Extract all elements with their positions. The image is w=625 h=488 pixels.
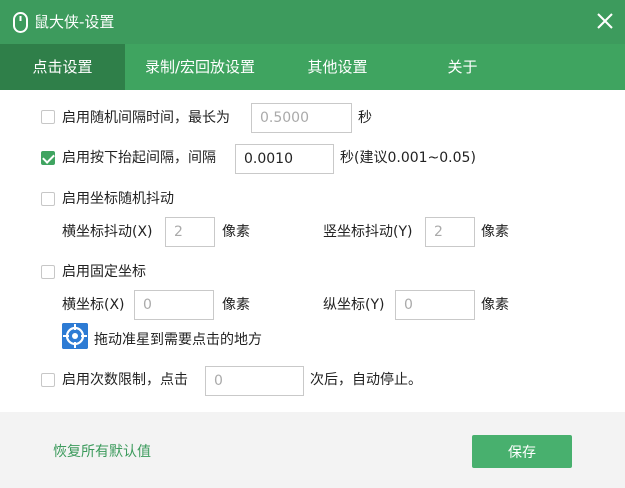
fixed-x-input[interactable] [134, 290, 214, 320]
tab-record-macro-settings[interactable]: 录制/宏回放设置 [125, 44, 275, 90]
tab-bar: 点击设置 录制/宏回放设置 其他设置 关于 [0, 44, 625, 90]
fixed-coord-checkbox[interactable] [41, 265, 55, 279]
jitter-x-label: 横坐标抖动(X) [62, 224, 153, 240]
jitter-y-label: 竖坐标抖动(Y) [323, 224, 413, 240]
random-interval-label: 启用随机间隔时间，最长为 [62, 110, 230, 126]
mouse-icon [13, 12, 28, 33]
press-release-unit: 秒(建议0.001~0.05) [340, 150, 476, 166]
count-limit-checkbox[interactable] [41, 373, 55, 387]
window-title: 鼠大侠-设置 [34, 13, 115, 31]
fixed-y-unit: 像素 [481, 297, 509, 313]
tab-click-settings[interactable]: 点击设置 [0, 44, 125, 90]
tab-about[interactable]: 关于 [400, 44, 525, 90]
tab-other-settings[interactable]: 其他设置 [275, 44, 400, 90]
press-release-input[interactable] [235, 144, 334, 174]
settings-panel [0, 90, 625, 412]
fixed-y-label: 纵坐标(Y) [323, 297, 385, 313]
random-interval-checkbox[interactable] [41, 110, 55, 124]
jitter-y-unit: 像素 [481, 224, 509, 240]
fixed-x-unit: 像素 [222, 297, 250, 313]
count-limit-input[interactable] [205, 366, 304, 396]
title-bar: 鼠大侠-设置 [0, 0, 625, 44]
press-release-checkbox[interactable] [41, 151, 55, 165]
fixed-x-label: 横坐标(X) [62, 297, 125, 313]
crosshair-target-icon[interactable] [62, 323, 88, 349]
jitter-x-unit: 像素 [222, 224, 250, 240]
fixed-coord-label: 启用固定坐标 [62, 264, 146, 280]
random-interval-input[interactable] [251, 103, 352, 133]
reset-defaults-link[interactable]: 恢复所有默认值 [53, 443, 151, 461]
random-interval-unit: 秒 [358, 110, 372, 126]
count-limit-suffix: 次后，自动停止。 [310, 372, 422, 388]
count-limit-label: 启用次数限制，点击 [62, 372, 188, 388]
jitter-y-input[interactable] [425, 217, 475, 247]
save-button[interactable]: 保存 [472, 435, 572, 468]
press-release-label: 启用按下抬起间隔，间隔 [62, 150, 216, 166]
jitter-x-input[interactable] [165, 217, 215, 247]
jitter-checkbox[interactable] [41, 192, 55, 206]
drag-crosshair-hint: 拖动准星到需要点击的地方 [94, 332, 262, 348]
jitter-label: 启用坐标随机抖动 [62, 191, 174, 207]
fixed-y-input[interactable] [395, 290, 475, 320]
close-icon[interactable] [592, 8, 618, 34]
